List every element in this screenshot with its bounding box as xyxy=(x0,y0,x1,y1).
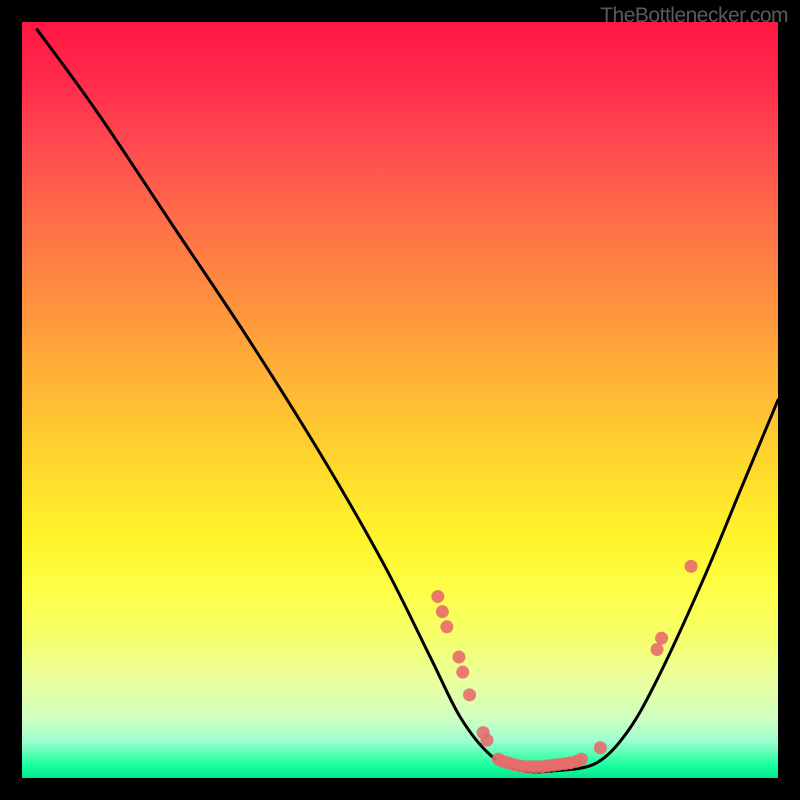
bottleneck-curve xyxy=(37,30,778,772)
curve-line xyxy=(37,30,778,772)
data-point xyxy=(452,651,465,664)
data-point xyxy=(651,643,664,656)
data-point xyxy=(463,688,476,701)
data-point xyxy=(480,734,493,747)
data-point xyxy=(594,741,607,754)
data-point xyxy=(575,753,588,766)
data-point xyxy=(440,620,453,633)
data-point xyxy=(436,605,449,618)
data-point xyxy=(431,590,444,603)
chart-overlay xyxy=(22,22,778,778)
data-points xyxy=(431,560,697,773)
data-point xyxy=(456,666,469,679)
chart-container: TheBottlenecker.com xyxy=(0,0,800,800)
data-point xyxy=(685,560,698,573)
plot-area xyxy=(22,22,778,778)
data-point xyxy=(655,632,668,645)
